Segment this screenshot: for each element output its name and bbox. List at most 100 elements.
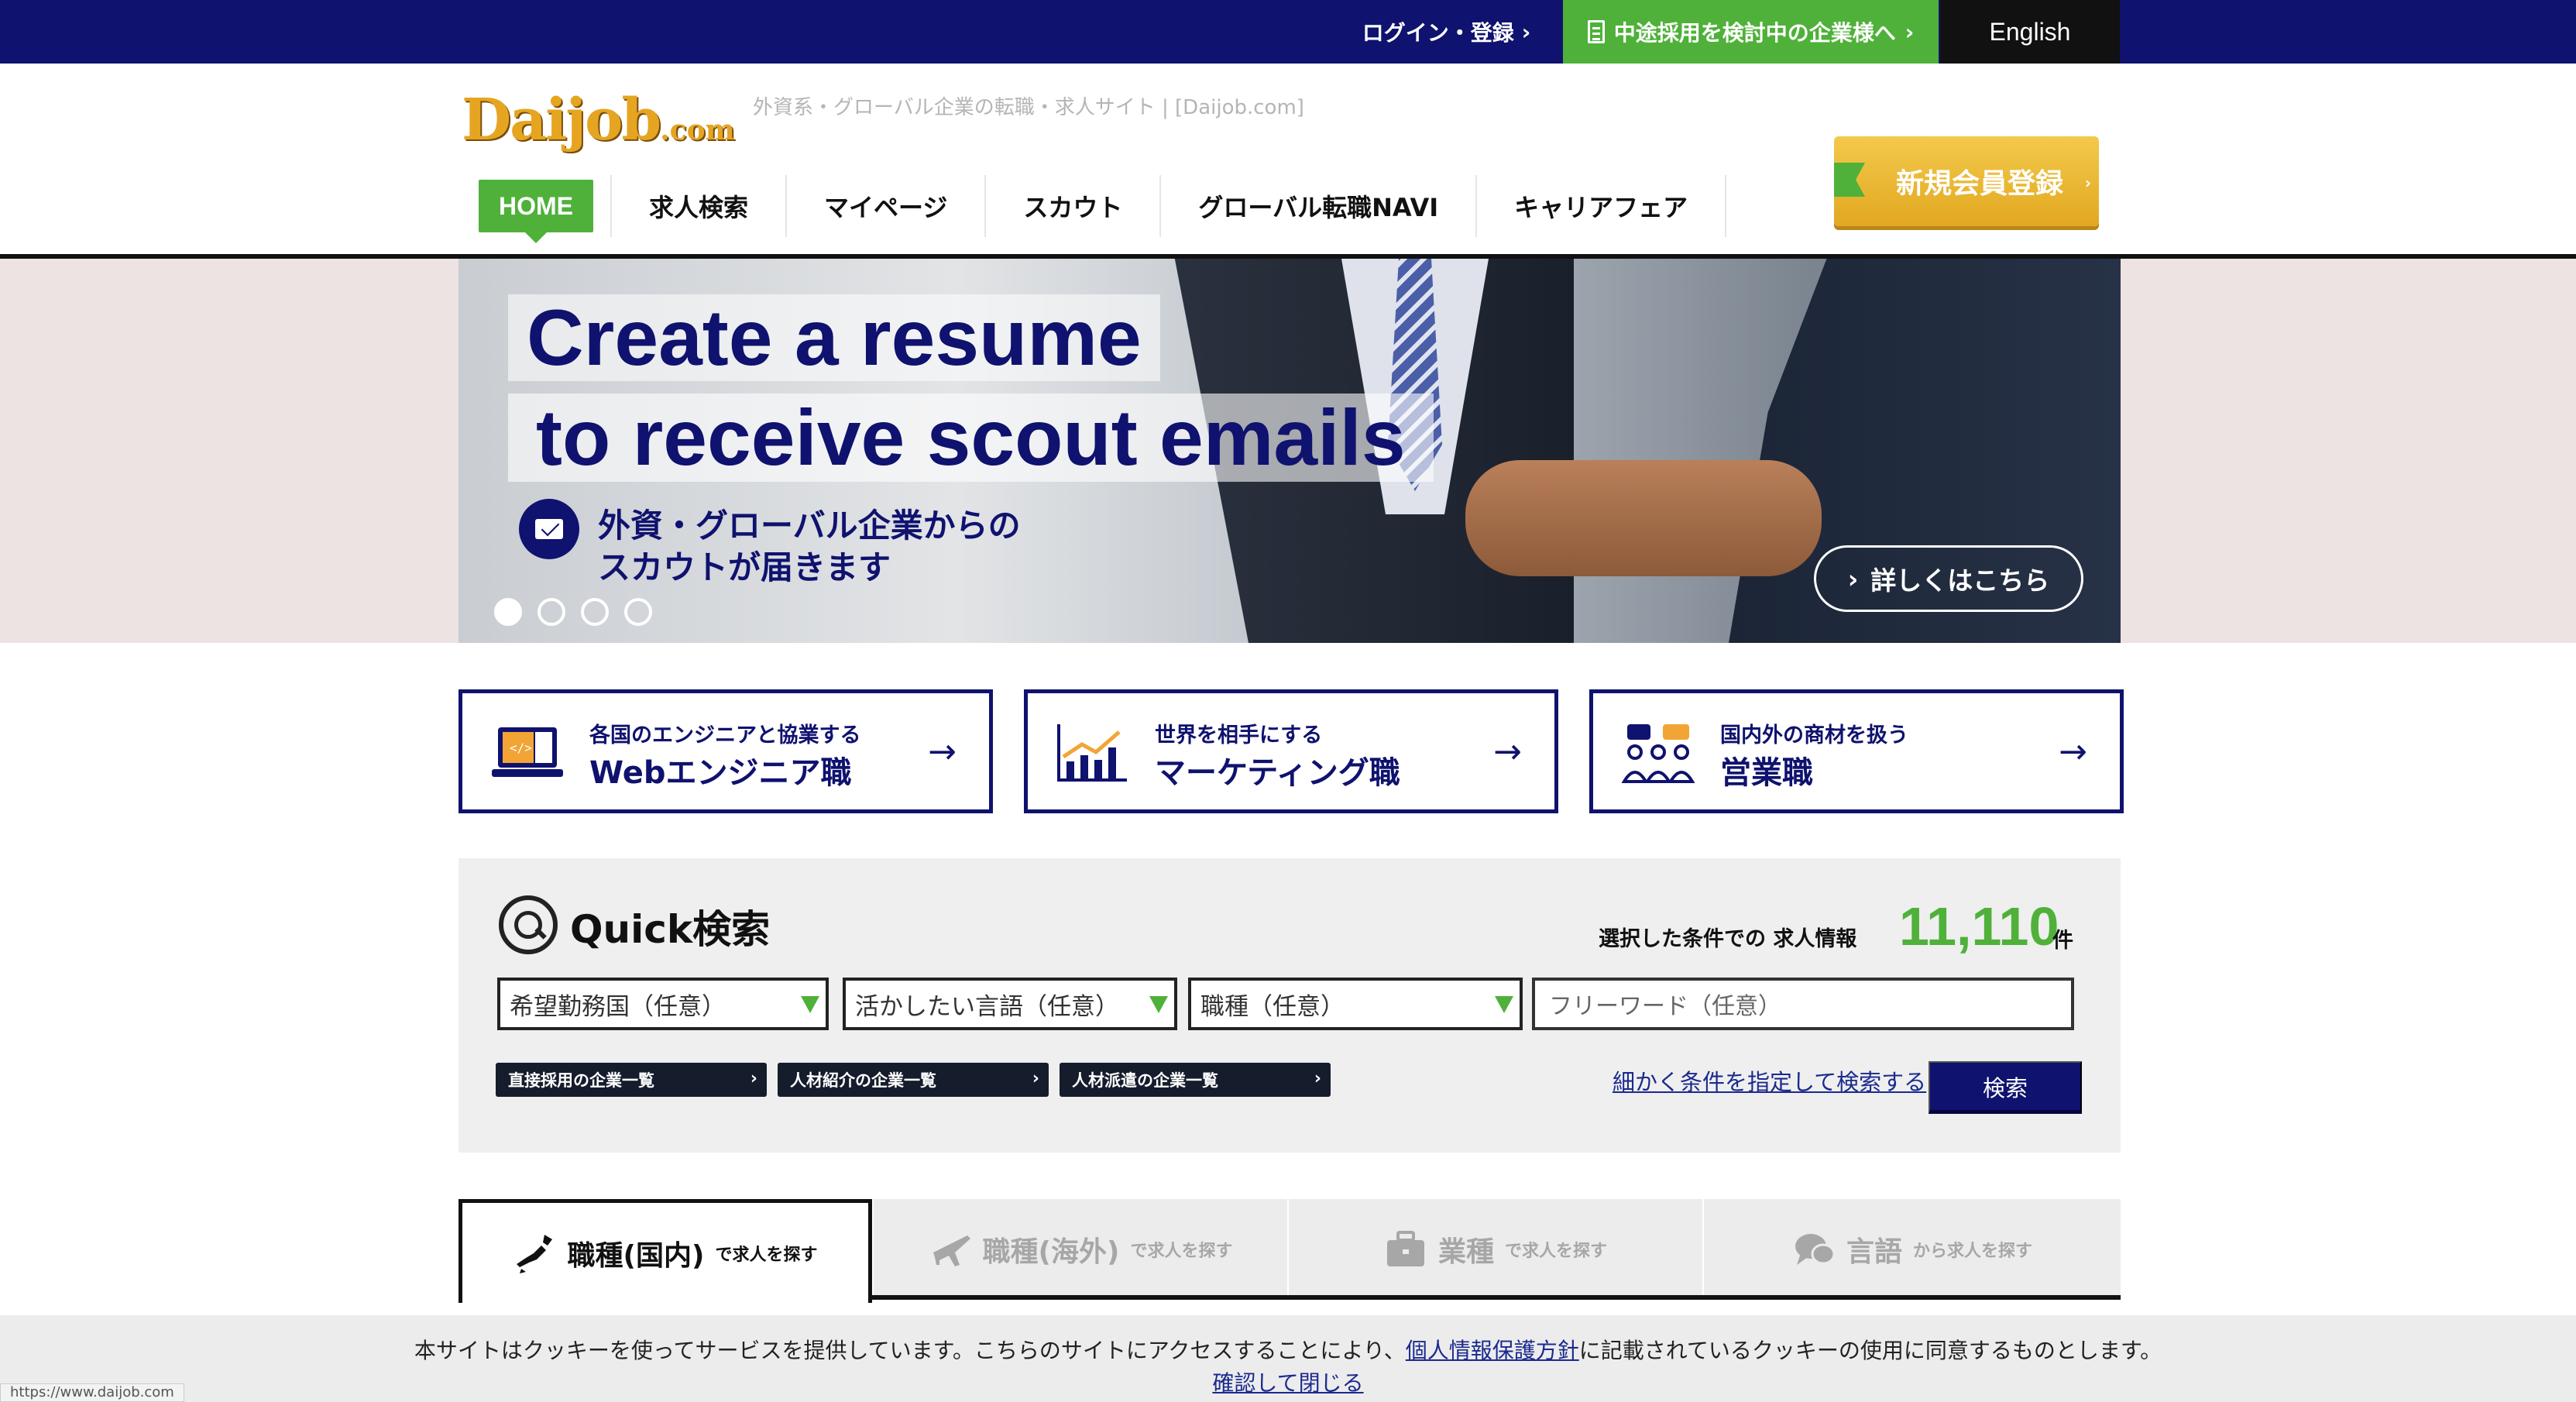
carousel-dot[interactable] [538,598,565,626]
arrow-right-icon: → [2059,732,2087,771]
search-tabs: 職種(国内) で求人を探す 職種(海外) で求人を探す 業種 で求人を探す 言語 から求… [459,1199,2121,1303]
site-tagline: 外資系・グローバル企業の転職・求人サイト | [Daijob.com] [753,96,1304,119]
agency-companies-label: 人材紹介の企業一覧 [790,1071,936,1090]
tab-main-label: 言語 [1846,1236,1902,1268]
carousel-dot[interactable] [494,598,522,626]
cookie-close-link[interactable]: 確認して閉じる [0,1366,2576,1397]
status-bar-url: https://www.daijob.com [0,1383,184,1402]
arrow-right-icon: → [928,732,957,771]
detailed-search-link[interactable]: 細かく条件を指定して検索する [1613,1064,1926,1097]
chevron-right-icon: › [1847,563,1859,594]
tab-sub-label: で求人を探す [715,1245,818,1265]
nav-item-career-fair[interactable]: キャリアフェア [1477,175,1727,237]
category-web-engineer[interactable]: </> 各国のエンジニアと協業する Webエンジニア職 → [459,689,993,813]
quick-search-title: Quick検索 [570,907,771,952]
hero-subtext-line1: 外資・グローバル企業からの [598,507,1021,545]
nav-item-home[interactable]: HOME [459,175,612,243]
direct-hire-companies-link[interactable]: 直接採用の企業一覧 › [496,1063,767,1097]
cookie-message: 本サイトはクッキーを使ってサービスを提供しています。こちらのサイトにアクセスする… [0,1334,2576,1365]
chevron-right-icon: › [1521,19,1531,45]
nav-item-mypage[interactable]: マイページ [787,175,987,237]
hero-headline-2: to receive scout emails [508,393,1434,482]
hero-more-label: 詳しくはこちら [1870,565,2050,596]
agency-companies-link[interactable]: 人材紹介の企業一覧 › [778,1063,1049,1097]
tab-main-label: 業種 [1437,1236,1494,1268]
hero-subtext: 外資・グローバル企業からの スカウトが届きます [598,505,1021,589]
tab-sub-label: で求人を探す [1505,1242,1608,1261]
corporate-link[interactable]: 中途採用を検討中の企業様へ › [1563,0,1939,64]
result-count-label: 選択した条件での 求人情報 [1599,927,1857,951]
job-category-links: </> 各国のエンジニアと協業する Webエンジニア職 → 世界を相手にする マ… [459,689,2124,813]
result-count-unit: 件 [2052,929,2073,953]
english-link[interactable]: English [1940,0,2120,64]
briefcase-icon [1386,1231,1424,1266]
tab-industry[interactable]: 業種 で求人を探す [1289,1199,1702,1300]
dispatch-companies-link[interactable]: 人材派遣の企業一覧 › [1060,1063,1331,1097]
laptop-code-icon: </> [492,727,563,777]
login-register-label: ログイン・登録 [1362,20,1514,46]
result-count: 11,110 [1899,896,2059,957]
tab-overseas-job-type[interactable]: 職種(海外) で求人を探す [874,1199,1287,1300]
category-small-label: 世界を相手にする [1155,723,1323,747]
dropdown-triangle-icon [801,996,819,1013]
login-register-link[interactable]: ログイン・登録 › [1332,0,1561,64]
freeword-input[interactable]: フリーワード（任意） [1532,978,2074,1030]
hero-headline-1: Create a resume [508,294,1160,381]
flag-icon [1834,163,1865,197]
hero-subtext-line2: スカウトが届きます [598,548,891,586]
dropdown-triangle-icon [1149,996,1168,1013]
category-big-label: Webエンジニア職 [589,755,852,791]
job-type-select[interactable]: 職種（任意） [1188,978,1523,1030]
country-select[interactable]: 希望勤務国（任意） [497,978,829,1030]
tab-main-label: 職種(国内) [567,1239,705,1272]
register-label: 新規会員登録 [1895,168,2063,200]
dispatch-companies-label: 人材派遣の企業一覧 [1072,1071,1218,1090]
nav-home-label: HOME [479,180,593,243]
tab-language[interactable]: 言語 から求人を探す [1704,1199,2121,1300]
cookie-banner: 本サイトはクッキーを使ってサービスを提供しています。こちらのサイトにアクセスする… [0,1315,2576,1402]
hero-more-button[interactable]: › 詳しくはこちら [1814,545,2083,612]
category-big-label: 営業職 [1720,755,1813,791]
tab-domestic-job-type[interactable]: 職種(国内) で求人を探す [459,1199,872,1303]
cookie-text-before: 本サイトはクッキーを使ってサービスを提供しています。こちらのサイトにアクセスする… [414,1338,1406,1363]
carousel-dot[interactable] [581,598,609,626]
svg-text:</>: </> [510,741,532,755]
category-small-label: 国内外の商材を扱う [1720,723,1908,747]
country-select-value: 希望勤務国（任意） [510,992,726,1021]
japan-map-icon [516,1234,552,1273]
direct-hire-companies-label: 直接採用の企業一覧 [508,1071,654,1090]
site-logo[interactable]: Daijob.com [462,87,735,153]
chevron-right-icon: › [2084,174,2091,192]
chart-growth-icon [1057,724,1127,782]
search-icon [499,895,558,954]
speech-bubble-icon [1795,1234,1836,1265]
nav-item-job-search[interactable]: 求人検索 [612,175,788,237]
category-marketing[interactable]: 世界を相手にする マーケティング職 → [1024,689,1558,813]
tab-main-label: 職種(海外) [982,1236,1120,1268]
chevron-right-icon: › [1905,19,1915,45]
privacy-policy-link[interactable]: 個人情報保護方針 [1406,1338,1579,1363]
category-sales[interactable]: 国内外の商材を扱う 営業職 → [1589,689,2124,813]
airplane-icon [933,1235,970,1266]
cookie-text-after: に記載されているクッキーの使用に同意するものとします。 [1578,1338,2162,1363]
quick-search-panel: Quick検索 選択した条件での 求人情報 11,110 件 希望勤務国（任意）… [459,858,2121,1153]
language-select-value: 活かしたい言語（任意） [855,992,1119,1021]
hero-photo-handshake [1465,460,1822,576]
logo-suffix: .com [660,114,735,146]
hero-banner[interactable]: Create a resume to receive scout emails … [459,259,2121,643]
mail-icon [519,499,579,559]
nav-item-scout[interactable]: スカウト [986,175,1162,237]
category-big-label: マーケティング職 [1155,755,1400,791]
arrow-right-icon: → [1493,732,1522,771]
chevron-right-icon: › [1314,1069,1321,1088]
register-button[interactable]: 新規会員登録 › [1834,136,2099,226]
tab-underline [871,1295,2121,1300]
nav-item-global-navi[interactable]: グローバル転職NAVI [1161,175,1478,237]
logo-text: Daijob [462,87,661,153]
language-select[interactable]: 活かしたい言語（任意） [843,978,1177,1030]
search-button[interactable]: 検索 [1929,1061,2082,1114]
tab-sub-label: で求人を探す [1130,1242,1233,1261]
tab-sub-label: から求人を探す [1913,1242,2033,1261]
category-small-label: 各国のエンジニアと協業する [589,723,861,747]
carousel-dot[interactable] [624,598,652,626]
